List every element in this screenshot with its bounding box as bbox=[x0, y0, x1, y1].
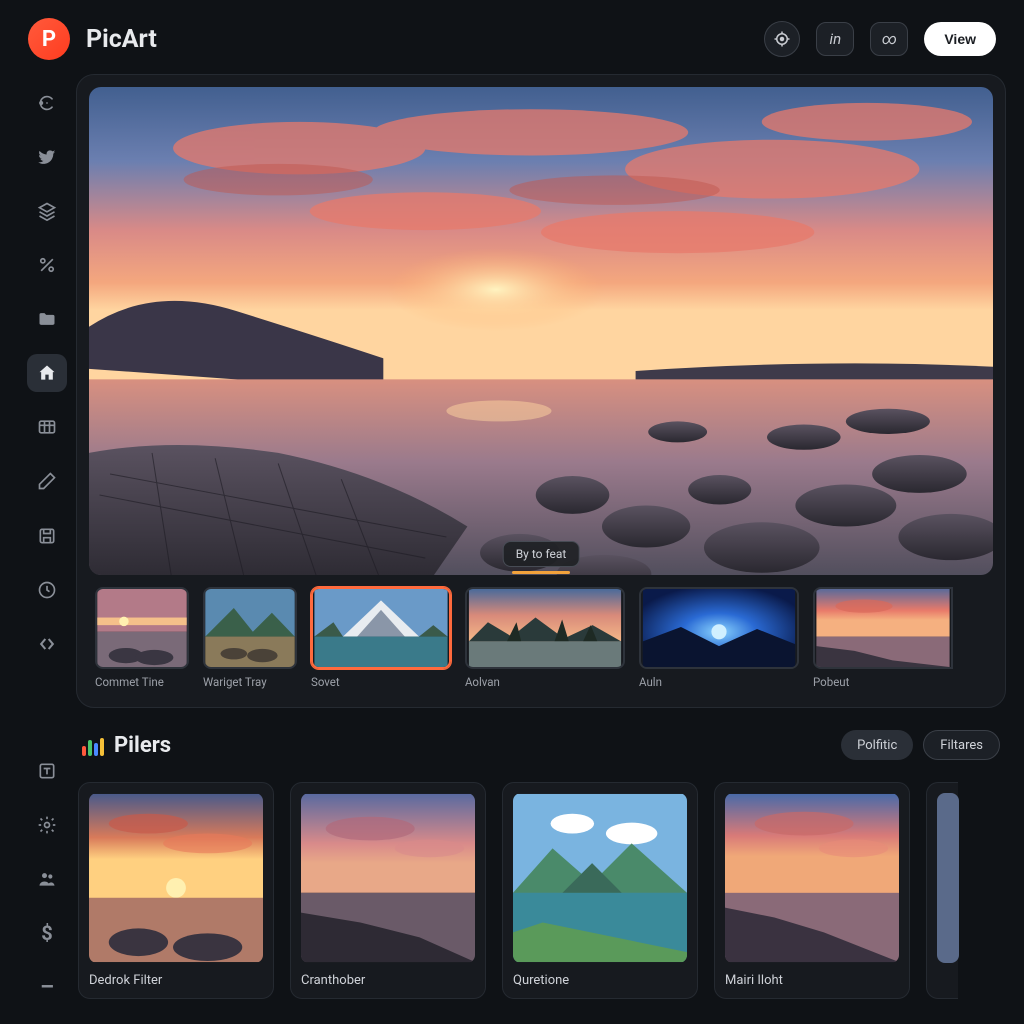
filter-card[interactable]: Quretione bbox=[502, 782, 698, 999]
collapse-icon bbox=[37, 634, 57, 654]
thumb-label: Auln bbox=[639, 675, 799, 689]
filter-card[interactable]: Cranthober bbox=[290, 782, 486, 999]
app-title: PicArt bbox=[86, 25, 748, 54]
dollar-icon: $ bbox=[41, 921, 52, 945]
caption-underline bbox=[512, 571, 570, 574]
canvas-caption: By to feat bbox=[503, 541, 580, 567]
view-button-label: View bbox=[944, 31, 976, 47]
thumbnail-item[interactable]: Wariget Tray bbox=[203, 587, 297, 689]
sidebar-item-adjust[interactable] bbox=[27, 246, 67, 284]
target-icon bbox=[773, 30, 791, 48]
broadcast-icon bbox=[37, 93, 57, 113]
thumb-image bbox=[467, 589, 623, 667]
main-image bbox=[89, 87, 993, 575]
filter-label: Mairi Iloht bbox=[725, 973, 899, 988]
sidebar-item-layers[interactable] bbox=[27, 192, 67, 230]
filters-tab-1[interactable]: Polfitic bbox=[841, 730, 913, 760]
layers-icon bbox=[37, 201, 57, 221]
filter-card[interactable] bbox=[926, 782, 958, 999]
sidebar-item-people[interactable] bbox=[27, 860, 67, 898]
home-icon bbox=[37, 363, 57, 383]
thumb-image bbox=[641, 589, 797, 667]
canvas-card: By to feat Commet Tine Wariget Tray bbox=[76, 74, 1006, 708]
filter-preview bbox=[301, 793, 475, 963]
header-button-1-label: in bbox=[830, 30, 842, 48]
app-header: P PicArt in ∞ View bbox=[0, 0, 1024, 74]
sidebar: $ – bbox=[18, 74, 76, 1006]
bird-icon bbox=[37, 147, 57, 167]
thumbnail-item[interactable]: Auln bbox=[639, 587, 799, 689]
clock-icon bbox=[37, 580, 57, 600]
sidebar-item-pricing[interactable]: $ bbox=[27, 914, 67, 952]
thumb-label: Pobeut bbox=[813, 675, 953, 689]
sidebar-item-text[interactable] bbox=[27, 752, 67, 790]
sidebar-item-folder[interactable] bbox=[27, 300, 67, 338]
filter-card[interactable]: Dedrok Filter bbox=[78, 782, 274, 999]
logo-badge: P bbox=[28, 18, 70, 60]
filters-tab-1-label: Polfitic bbox=[857, 738, 897, 753]
sidebar-item-minimize[interactable]: – bbox=[27, 968, 67, 1006]
filters-header: Pilers Polfitic Filtares bbox=[76, 730, 1006, 760]
sidebar-item-history[interactable] bbox=[27, 571, 67, 609]
thumb-image bbox=[97, 589, 187, 667]
sidebar-item-collapse[interactable] bbox=[27, 625, 67, 663]
filters-tab-2-label: Filtares bbox=[940, 738, 983, 753]
folder-icon bbox=[37, 309, 57, 329]
filter-label: Dedrok Filter bbox=[89, 973, 263, 988]
thumbnail-strip: Commet Tine Wariget Tray Sovet Aolvan bbox=[89, 585, 993, 695]
thumbnail-item[interactable]: Aolvan bbox=[465, 587, 625, 689]
filters-icon bbox=[82, 734, 104, 756]
filter-grid: Dedrok Filter Cranthober Quretione Mairi… bbox=[76, 782, 1006, 999]
people-icon bbox=[37, 869, 57, 889]
thumbnail-item[interactable]: Commet Tine bbox=[95, 587, 189, 689]
header-button-1[interactable]: in bbox=[816, 22, 854, 56]
thumbnail-item[interactable]: Pobeut bbox=[813, 587, 953, 689]
minus-icon: – bbox=[40, 975, 54, 1000]
sidebar-item-grid[interactable] bbox=[27, 408, 67, 446]
sidebar-item-settings[interactable] bbox=[27, 806, 67, 844]
thumb-image bbox=[313, 589, 449, 667]
sidebar-item-edit[interactable] bbox=[27, 462, 67, 500]
gear-icon bbox=[37, 815, 57, 835]
filter-label: Quretione bbox=[513, 973, 687, 988]
thumbnail-item-selected[interactable]: Sovet bbox=[311, 587, 451, 689]
text-icon bbox=[37, 761, 57, 781]
sidebar-item-broadcast[interactable] bbox=[27, 84, 67, 122]
header-button-2[interactable]: ∞ bbox=[870, 22, 908, 56]
thumb-image bbox=[205, 589, 295, 667]
pencil-icon bbox=[37, 471, 57, 491]
thumb-label: Sovet bbox=[311, 675, 451, 689]
percent-icon bbox=[37, 255, 57, 275]
canvas-caption-text: By to feat bbox=[516, 547, 567, 561]
filter-preview bbox=[89, 793, 263, 963]
thumb-image bbox=[815, 589, 951, 667]
filters-title: Pilers bbox=[114, 733, 831, 758]
filters-tab-2[interactable]: Filtares bbox=[923, 730, 1000, 760]
thumb-label: Commet Tine bbox=[95, 675, 189, 689]
save-icon bbox=[37, 526, 57, 546]
filter-preview bbox=[937, 793, 959, 963]
thumb-label: Wariget Tray bbox=[203, 675, 297, 689]
thumb-label: Aolvan bbox=[465, 675, 625, 689]
filter-preview bbox=[513, 793, 687, 963]
sidebar-item-home[interactable] bbox=[27, 354, 67, 392]
sidebar-item-share[interactable] bbox=[27, 138, 67, 176]
sidebar-item-save[interactable] bbox=[27, 517, 67, 555]
filter-card[interactable]: Mairi Iloht bbox=[714, 782, 910, 999]
filter-label: Cranthober bbox=[301, 973, 475, 988]
logo-letter: P bbox=[42, 27, 56, 52]
filter-preview bbox=[725, 793, 899, 963]
canvas-frame[interactable]: By to feat bbox=[89, 87, 993, 575]
view-button[interactable]: View bbox=[924, 22, 996, 56]
grid-icon bbox=[37, 417, 57, 437]
target-icon-button[interactable] bbox=[764, 21, 800, 57]
header-button-2-label: ∞ bbox=[882, 30, 897, 48]
